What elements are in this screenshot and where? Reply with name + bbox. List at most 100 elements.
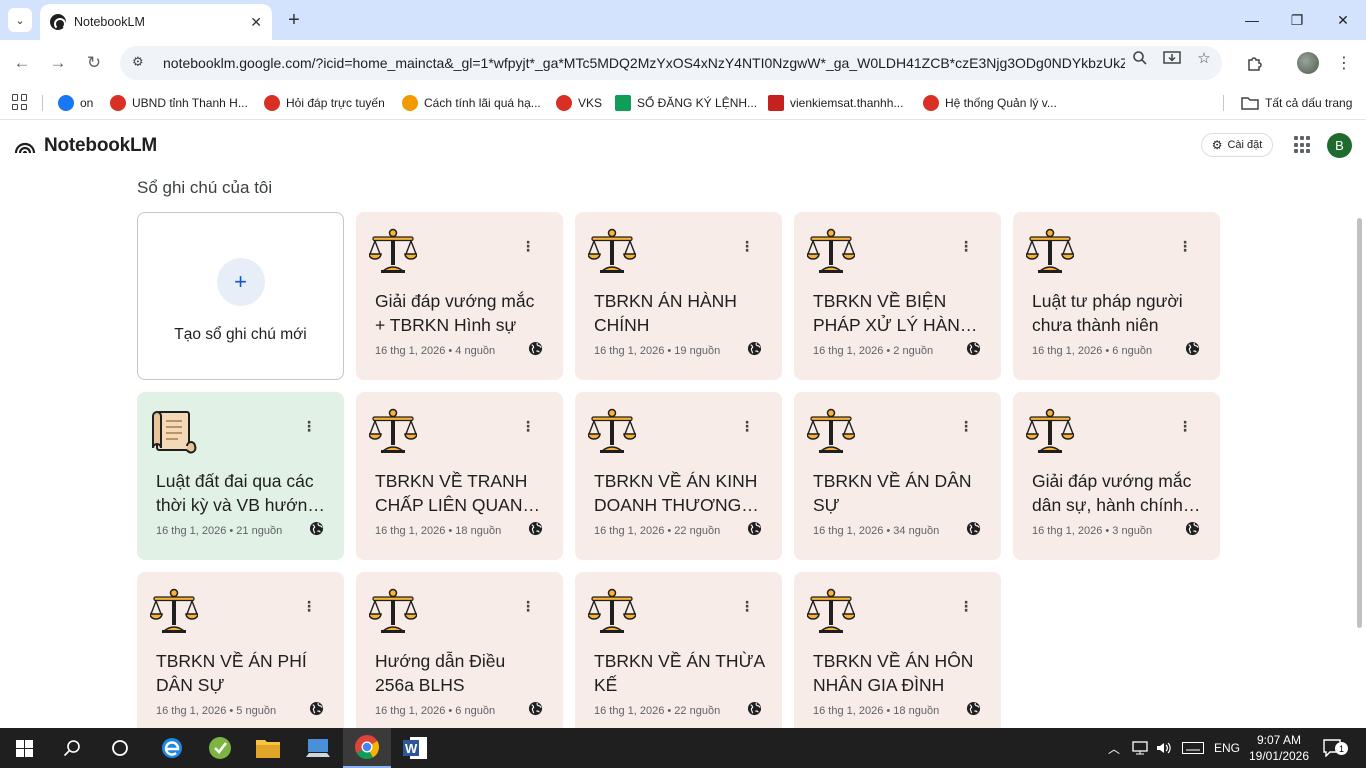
more-options-icon[interactable]: ⋮ bbox=[740, 418, 754, 435]
notebook-card[interactable]: ⋮ Hướng dẫn Điều 256a BLHS 16 thg 1, 202… bbox=[356, 572, 563, 728]
edge-app[interactable] bbox=[148, 728, 196, 768]
bookmark-item[interactable]: on bbox=[58, 93, 93, 113]
notebook-title: TBRKN VỀ ÁN THỪA KẾ bbox=[594, 651, 765, 695]
bookmark-label: Hỏi đáp trực tuyến bbox=[286, 96, 385, 110]
scales-icon bbox=[587, 407, 637, 455]
globe-icon bbox=[747, 701, 762, 716]
app-header: NotebookLM ⚙ Cài đặt B bbox=[0, 121, 1366, 169]
bookmark-star-icon[interactable]: ☆ bbox=[1194, 48, 1214, 68]
notification-center[interactable]: 1 bbox=[1323, 728, 1348, 768]
profile-button[interactable] bbox=[1296, 51, 1320, 75]
word-app[interactable]: W bbox=[391, 728, 439, 768]
bookmark-item[interactable]: UBND tỉnh Thanh H... bbox=[110, 93, 248, 113]
chrome-app[interactable] bbox=[343, 728, 391, 768]
more-options-icon[interactable]: ⋮ bbox=[959, 598, 973, 615]
close-window-button[interactable]: ✕ bbox=[1320, 6, 1366, 34]
search-button[interactable] bbox=[48, 728, 96, 768]
tab-title: NotebookLM bbox=[74, 15, 145, 29]
reload-button[interactable]: ↻ bbox=[82, 51, 106, 75]
clock[interactable]: 9:07 AM 19/01/2026 bbox=[1244, 732, 1314, 764]
apps-grid-icon[interactable] bbox=[12, 94, 28, 110]
notebook-card[interactable]: ⋮ TBRKN VỀ ÁN THỪA KẾ 16 thg 1, 2026 • 2… bbox=[575, 572, 782, 728]
file-explorer-app[interactable] bbox=[244, 728, 292, 768]
green-app[interactable] bbox=[196, 728, 244, 768]
notebook-card[interactable]: ⋮ Giải đáp vướng mắc + TBRKN Hình sự 16 … bbox=[356, 212, 563, 380]
menu-kebab-icon[interactable]: ⋮ bbox=[1332, 51, 1356, 75]
notebook-card[interactable]: ⋮ TBRKN VỀ ÁN KINH DOANH THƯƠNG MẠI 16 t… bbox=[575, 392, 782, 560]
notebook-title: TBRKN VỀ BIỆN PHÁP XỬ LÝ HÀNH CHÍNH bbox=[813, 291, 973, 335]
all-bookmarks-folder[interactable]: Tất cả dấu trang bbox=[1241, 93, 1352, 113]
forward-button[interactable]: → bbox=[46, 51, 70, 75]
volume-icon[interactable] bbox=[1156, 741, 1172, 755]
restore-button[interactable]: ❐ bbox=[1274, 6, 1320, 34]
network-icon[interactable] bbox=[1132, 741, 1148, 755]
more-options-icon[interactable]: ⋮ bbox=[740, 238, 754, 255]
app-logo[interactable]: NotebookLM bbox=[14, 135, 157, 157]
notebook-title: Luật đất đai qua các thời kỳ và VB hướng… bbox=[156, 471, 318, 515]
more-options-icon[interactable]: ⋮ bbox=[959, 238, 973, 255]
bookmark-item[interactable]: Hỏi đáp trực tuyến bbox=[264, 93, 385, 113]
notebook-card[interactable]: ⋮ Luật tư pháp người chưa thành niên 16 … bbox=[1013, 212, 1220, 380]
more-options-icon[interactable]: ⋮ bbox=[740, 598, 754, 615]
extensions-icon[interactable] bbox=[1243, 51, 1267, 75]
scales-icon bbox=[1025, 407, 1075, 455]
globe-icon bbox=[747, 521, 762, 536]
minimize-button[interactable]: — bbox=[1229, 6, 1275, 34]
search-icon bbox=[63, 740, 80, 757]
browser-toolbar: ← → ↻ ⚙ notebooklm.google.com/?icid=home… bbox=[0, 40, 1366, 86]
notification-count: 1 bbox=[1335, 742, 1348, 755]
emblem-icon bbox=[923, 95, 939, 111]
notebook-card[interactable]: ⋮ TBRKN VỀ ÁN PHÍ DÂN SỰ 16 thg 1, 2026 … bbox=[137, 572, 344, 728]
install-app-icon[interactable] bbox=[1162, 48, 1182, 68]
back-button[interactable]: ← bbox=[10, 51, 34, 75]
browser-tab[interactable]: NotebookLM ✕ bbox=[40, 4, 272, 40]
keyboard-icon[interactable] bbox=[1182, 742, 1205, 754]
avatar[interactable]: B bbox=[1327, 133, 1352, 158]
bookmark-item[interactable]: Cách tính lãi quá hạ... bbox=[402, 93, 541, 113]
notebook-card[interactable]: ⋮ TBRKN VỀ ÁN DÂN SỰ 16 thg 1, 2026 • 34… bbox=[794, 392, 1001, 560]
more-options-icon[interactable]: ⋮ bbox=[521, 238, 535, 255]
new-tab-button[interactable]: + bbox=[282, 8, 306, 32]
more-options-icon[interactable]: ⋮ bbox=[521, 418, 535, 435]
more-options-icon[interactable]: ⋮ bbox=[1178, 418, 1192, 435]
notebook-meta: 16 thg 1, 2026 • 5 nguồn bbox=[156, 705, 277, 717]
more-options-icon[interactable]: ⋮ bbox=[302, 598, 316, 615]
emblem-icon bbox=[556, 95, 572, 111]
notebook-card[interactable]: ⋮ TBRKN VỀ TRANH CHẤP LIÊN QUAN ĐẾN 16 t… bbox=[356, 392, 563, 560]
google-apps-icon[interactable] bbox=[1294, 136, 1312, 154]
notebook-card[interactable]: ⋮ TBRKN ÁN HÀNH CHÍNH 16 thg 1, 2026 • 1… bbox=[575, 212, 782, 380]
bookmark-item[interactable]: Hệ thống Quản lý v... bbox=[923, 93, 1057, 113]
page-scrollbar[interactable] bbox=[1357, 218, 1362, 628]
url-text: notebooklm.google.com/?icid=home_maincta… bbox=[163, 55, 1125, 71]
notebook-meta: 16 thg 1, 2026 • 6 nguồn bbox=[375, 705, 496, 717]
settings-button[interactable]: ⚙ Cài đặt bbox=[1201, 133, 1273, 157]
word-icon: W bbox=[403, 737, 427, 759]
language-indicator[interactable]: ENG bbox=[1214, 741, 1240, 755]
bookmark-item[interactable]: vienkiemsat.thanhh... bbox=[768, 93, 903, 113]
notebook-card[interactable]: ⋮ TBRKN VỀ ÁN HÔN NHÂN GIA ĐÌNH 16 thg 1… bbox=[794, 572, 1001, 728]
chevron-up-icon[interactable]: ︿ bbox=[1108, 740, 1120, 757]
start-button[interactable] bbox=[0, 728, 48, 768]
notebook-meta: 16 thg 1, 2026 • 22 nguồn bbox=[594, 705, 721, 717]
more-options-icon[interactable]: ⋮ bbox=[1178, 238, 1192, 255]
bookmark-item[interactable]: SỔ ĐĂNG KÝ LỆNH... bbox=[615, 93, 757, 113]
site-info-icon[interactable]: ⚙ bbox=[132, 54, 150, 72]
task-view-button[interactable] bbox=[96, 728, 144, 768]
more-options-icon[interactable]: ⋮ bbox=[959, 418, 973, 435]
notebook-title: TBRKN VỀ ÁN KINH DOANH THƯƠNG MẠI bbox=[594, 471, 758, 515]
notebook-card[interactable]: ⋮ Luật đất đai qua các thời kỳ và VB hướ… bbox=[137, 392, 344, 560]
create-notebook-card[interactable]: + Tạo sổ ghi chú mới bbox=[137, 212, 344, 380]
notebook-card[interactable]: ⋮ TBRKN VỀ BIỆN PHÁP XỬ LÝ HÀNH CHÍNH 16… bbox=[794, 212, 1001, 380]
bookmark-item[interactable]: VKS bbox=[556, 93, 602, 113]
more-options-icon[interactable]: ⋮ bbox=[302, 418, 316, 435]
more-options-icon[interactable]: ⋮ bbox=[521, 598, 535, 615]
desktop-app[interactable] bbox=[294, 728, 342, 768]
sheets-icon bbox=[615, 95, 631, 111]
tab-search-button[interactable]: ⌄ bbox=[8, 8, 32, 32]
zoom-search-icon[interactable] bbox=[1130, 48, 1150, 68]
address-bar[interactable]: ⚙ notebooklm.google.com/?icid=home_mainc… bbox=[120, 46, 1222, 80]
close-icon[interactable]: ✕ bbox=[250, 14, 262, 31]
notebook-card[interactable]: ⋮ Giải đáp vướng mắc dân sự, hành chính,… bbox=[1013, 392, 1220, 560]
profile-avatar bbox=[1297, 52, 1319, 74]
globe-icon bbox=[309, 521, 324, 536]
